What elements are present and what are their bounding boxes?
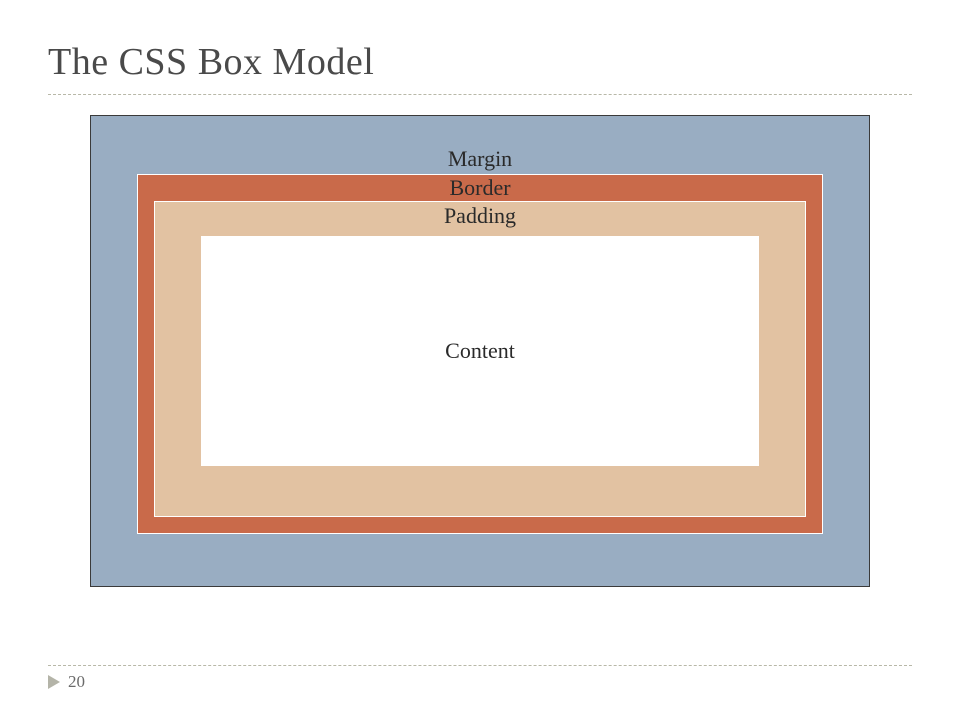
content-region: Content bbox=[201, 236, 759, 466]
border-label: Border bbox=[154, 175, 806, 201]
divider-top bbox=[48, 94, 912, 95]
page-number: 20 bbox=[68, 672, 85, 692]
border-region: Border Padding Content bbox=[137, 174, 823, 534]
content-label: Content bbox=[445, 338, 515, 364]
padding-region: Padding Content bbox=[154, 201, 806, 517]
page-number-row: 20 bbox=[0, 672, 960, 692]
box-model-diagram: Margin Border Padding Content bbox=[90, 115, 870, 587]
padding-label: Padding bbox=[201, 202, 759, 230]
slide-title: The CSS Box Model bbox=[0, 0, 960, 94]
arrow-right-icon bbox=[48, 675, 60, 689]
margin-region: Margin Border Padding Content bbox=[90, 115, 870, 587]
slide-footer: 20 bbox=[0, 665, 960, 692]
divider-bottom bbox=[48, 665, 912, 666]
margin-label: Margin bbox=[137, 146, 823, 172]
